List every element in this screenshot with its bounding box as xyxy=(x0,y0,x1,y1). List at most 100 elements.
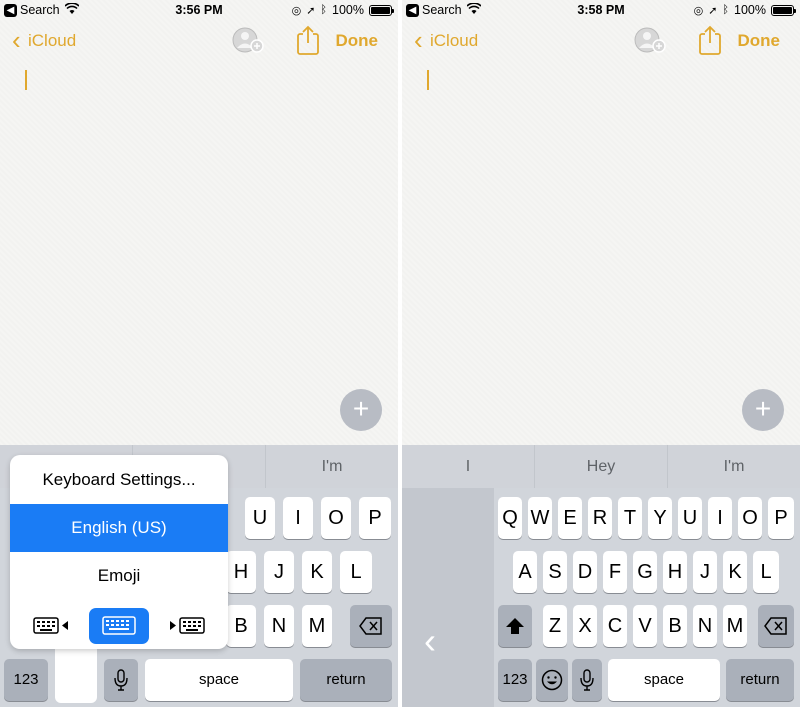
battery-icon xyxy=(771,4,796,16)
add-people-icon[interactable] xyxy=(232,25,266,55)
key-s[interactable]: S xyxy=(543,551,567,593)
plus-icon: + xyxy=(754,393,772,424)
backspace-icon xyxy=(764,617,787,635)
predictive-bar: I Hey I'm xyxy=(402,445,800,488)
numbers-key[interactable]: 123 xyxy=(4,659,48,701)
keyboard-left-icon xyxy=(33,617,68,634)
back-button[interactable]: iCloud xyxy=(430,31,478,51)
key-k[interactable]: K xyxy=(723,551,747,593)
keyboard-icon xyxy=(102,616,136,635)
done-button[interactable]: Done xyxy=(738,31,781,51)
expand-keyboard-handle[interactable]: ‹ xyxy=(402,488,494,707)
chevron-left-icon[interactable]: ‹ xyxy=(12,27,21,53)
key-q[interactable]: Q xyxy=(498,497,522,539)
chevron-left-icon[interactable]: ‹ xyxy=(414,27,423,53)
add-attachment-button[interactable]: + xyxy=(340,389,382,431)
key-f[interactable]: F xyxy=(603,551,627,593)
space-key[interactable]: space xyxy=(608,659,720,701)
prediction-3[interactable]: I'm xyxy=(265,445,398,488)
prediction-3[interactable]: I'm xyxy=(667,445,800,488)
key-j[interactable]: J xyxy=(693,551,717,593)
key-c[interactable]: C xyxy=(603,605,627,647)
english-us-option[interactable]: English (US) xyxy=(10,504,228,552)
key-p[interactable]: P xyxy=(359,497,391,539)
key-z[interactable]: Z xyxy=(543,605,567,647)
key-b[interactable]: B xyxy=(226,605,256,647)
chevron-left-icon: ‹ xyxy=(424,620,436,661)
full-keyboard-button[interactable] xyxy=(89,608,149,644)
key-r[interactable]: R xyxy=(588,497,612,539)
key-i[interactable]: I xyxy=(708,497,732,539)
shift-icon xyxy=(506,618,524,634)
left-screen: ◀ Search 3:56 PM ◎ ➚ ᛒ 100% ‹ iCloud Don… xyxy=(0,0,398,707)
key-o[interactable]: O xyxy=(321,497,351,539)
share-icon[interactable] xyxy=(698,25,722,55)
location-icon: ➚ xyxy=(306,4,316,17)
left-one-handed-keyboard-button[interactable] xyxy=(20,608,80,644)
key-u[interactable]: U xyxy=(678,497,702,539)
key-m[interactable]: M xyxy=(302,605,332,647)
key-k[interactable]: K xyxy=(302,551,332,593)
right-screen: ◀ Search 3:58 PM ◎ ➚ ᛒ 100% ‹ iCloud Don… xyxy=(402,0,800,707)
back-button[interactable]: iCloud xyxy=(28,31,76,51)
key-l[interactable]: L xyxy=(753,551,779,593)
status-bar: ◀ Search 3:58 PM ◎ ➚ ᛒ 100% xyxy=(402,0,800,22)
key-a[interactable]: A xyxy=(513,551,537,593)
key-p[interactable]: P xyxy=(768,497,794,539)
prediction-2[interactable]: Hey xyxy=(534,445,667,488)
add-attachment-button[interactable]: + xyxy=(742,389,784,431)
key-y[interactable]: Y xyxy=(648,497,672,539)
key-h[interactable]: H xyxy=(226,551,256,593)
key-h[interactable]: H xyxy=(663,551,687,593)
key-o[interactable]: O xyxy=(738,497,762,539)
shift-key[interactable] xyxy=(498,605,532,647)
battery-icon xyxy=(369,4,394,16)
prediction-1[interactable]: I xyxy=(402,445,534,488)
done-button[interactable]: Done xyxy=(336,31,379,51)
return-key[interactable]: return xyxy=(726,659,794,701)
bluetooth-icon: ᛒ xyxy=(722,4,730,16)
key-n[interactable]: N xyxy=(264,605,294,647)
keyboard-right-icon xyxy=(170,617,205,634)
key-x[interactable]: X xyxy=(573,605,597,647)
location-icon: ➚ xyxy=(708,4,718,17)
key-l[interactable]: L xyxy=(340,551,372,593)
delete-key[interactable] xyxy=(758,605,794,647)
return-key[interactable]: return xyxy=(300,659,392,701)
key-u[interactable]: U xyxy=(245,497,275,539)
navigation-bar: ‹ iCloud Done xyxy=(0,22,398,62)
key-g[interactable]: G xyxy=(633,551,657,593)
dictation-key[interactable] xyxy=(572,659,602,701)
key-t[interactable]: T xyxy=(618,497,642,539)
globe-key-stem xyxy=(55,645,97,703)
microphone-icon xyxy=(114,669,128,691)
space-key[interactable]: space xyxy=(145,659,293,701)
key-m[interactable]: M xyxy=(723,605,747,647)
share-icon[interactable] xyxy=(296,25,320,55)
keyboard-switcher-popup: Keyboard Settings... English (US) Emoji xyxy=(10,455,228,649)
key-j[interactable]: J xyxy=(264,551,294,593)
key-b[interactable]: B xyxy=(663,605,687,647)
key-i[interactable]: I xyxy=(283,497,313,539)
keyboard-settings-option[interactable]: Keyboard Settings... xyxy=(10,455,228,505)
key-e[interactable]: E xyxy=(558,497,582,539)
add-people-icon[interactable] xyxy=(634,25,668,55)
key-w[interactable]: W xyxy=(528,497,552,539)
dictation-key[interactable] xyxy=(104,659,138,701)
key-d[interactable]: D xyxy=(573,551,597,593)
battery-percent: 100% xyxy=(734,3,766,17)
key-v[interactable]: V xyxy=(633,605,657,647)
plus-icon: + xyxy=(352,393,370,424)
backspace-icon xyxy=(359,617,382,635)
orientation-lock-icon: ◎ xyxy=(693,4,704,17)
numbers-key[interactable]: 123 xyxy=(498,659,532,701)
text-cursor xyxy=(427,70,429,90)
key-n[interactable]: N xyxy=(693,605,717,647)
microphone-icon xyxy=(580,669,594,691)
delete-key[interactable] xyxy=(350,605,392,647)
emoji-key[interactable] xyxy=(536,659,568,701)
emoji-option[interactable]: Emoji xyxy=(10,552,228,600)
orientation-lock-icon: ◎ xyxy=(291,4,302,17)
right-one-handed-keyboard-button[interactable] xyxy=(158,608,218,644)
emoji-icon xyxy=(541,669,563,691)
